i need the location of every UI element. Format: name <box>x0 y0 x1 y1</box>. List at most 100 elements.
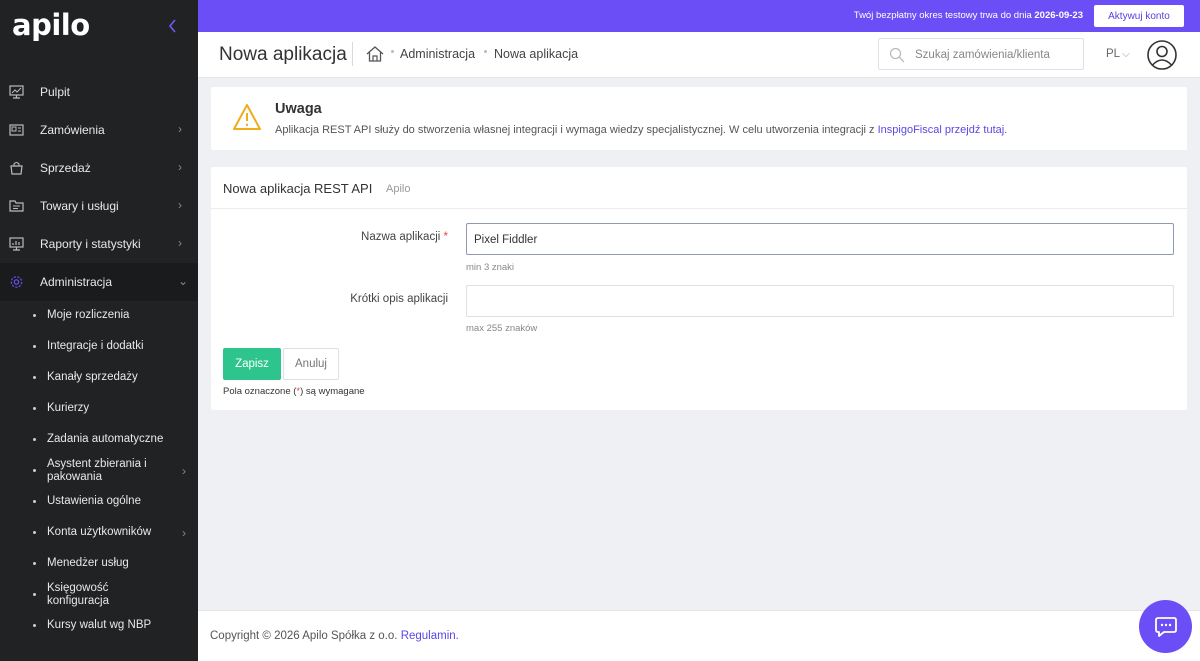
language-label: PL <box>1106 48 1121 60</box>
sidebar-item-label: Towary i usługi <box>40 199 119 213</box>
alert-text-body: Aplikacja REST API służy do stworzenia w… <box>275 124 878 136</box>
gear-icon <box>10 276 23 288</box>
inspigofiscal-link[interactable]: InspigoFiscal <box>878 124 942 136</box>
required-mark: * <box>443 231 448 243</box>
sidebar: apilo Pulpit Zamówienia › Sprzedaż › Tow… <box>0 0 198 661</box>
new-app-form-card: Nowa aplikacja REST API Apilo Nazwa apli… <box>211 167 1187 410</box>
chevron-right-icon: › <box>178 122 182 136</box>
trial-banner: Twój bezpłatny okres testowy trwa do dni… <box>198 0 1200 32</box>
breadcrumb-administracja[interactable]: Administracja <box>400 47 475 61</box>
breadcrumb-current: Nowa aplikacja <box>494 47 579 61</box>
sidebar-item-label: Raporty i statystyki <box>40 237 141 251</box>
terms-link[interactable]: Regulamin. <box>401 630 459 642</box>
activate-account-button[interactable]: Aktywuj konto <box>1094 5 1184 27</box>
app-name-label: Nazwa aplikacji * <box>341 231 448 243</box>
chat-button[interactable] <box>1139 600 1192 653</box>
app-description-hint: max 255 znaków <box>466 323 538 334</box>
alert-text: Aplikacja REST API służy do stworzenia w… <box>275 124 1007 136</box>
submenu-item-kursy-walut[interactable]: Kursy walut wg NBP <box>0 610 198 641</box>
folder-icon <box>9 200 24 212</box>
apilo-logo[interactable]: apilo <box>12 8 90 42</box>
main-nav: Pulpit Zamówienia › Sprzedaż › Towary i … <box>0 73 198 301</box>
footer: Copyright © 2026 Apilo Spółka z o.o. Reg… <box>198 610 1200 661</box>
sidebar-item-zamowienia[interactable]: Zamówienia › <box>0 111 198 149</box>
submenu-item-label: Ustawienia ogólne <box>47 495 141 507</box>
page-header: Nowa aplikacja Administracja Nowa aplika… <box>198 32 1200 78</box>
submenu-item-kurierzy[interactable]: Kurierzy <box>0 393 198 424</box>
chevron-right-icon: › <box>182 464 186 478</box>
save-button[interactable]: Zapisz <box>223 348 281 380</box>
submenu-item-konta-uzytkownikow[interactable]: Konta użytkowników › <box>0 517 198 548</box>
sidebar-item-administracja[interactable]: Administracja ⌄ <box>0 263 198 301</box>
page-title: Nowa aplikacja <box>219 44 347 65</box>
sidebar-item-sprzedaz[interactable]: Sprzedaż › <box>0 149 198 187</box>
submenu-item-zadania-automatyczne[interactable]: Zadania automatyczne <box>0 424 198 455</box>
orders-icon <box>9 124 24 136</box>
trial-text-prefix: Twój bezpłatny okres testowy trwa do dni… <box>853 10 1035 21</box>
submenu-item-label: Kurierzy <box>47 402 90 414</box>
copyright: Copyright © 2026 Apilo Spółka z o.o. Reg… <box>210 630 459 642</box>
submenu-item-label: Menedżer usług <box>47 557 129 569</box>
user-avatar-icon[interactable] <box>1146 39 1178 71</box>
monitor-icon <box>9 85 24 99</box>
submenu-item-ksiegowosc[interactable]: Księgowość konfiguracja <box>0 579 198 610</box>
submenu-item-label: Księgowość konfiguracja <box>47 581 110 607</box>
required-fields-note: Pola oznaczone (*) są wymagane <box>223 386 365 397</box>
submenu-item-label: Kursy walut wg NBP <box>47 619 152 631</box>
sidebar-collapse-button[interactable] <box>166 17 182 37</box>
chevron-down-icon: ⌵ <box>1122 49 1130 60</box>
required-note-after: ) są wymagane <box>300 386 365 397</box>
submenu-item-ustawienia-ogolne[interactable]: Ustawienia ogólne <box>0 486 198 517</box>
sidebar-item-pulpit[interactable]: Pulpit <box>0 73 198 111</box>
submenu-item-integracje[interactable]: Integracje i dodatki <box>0 331 198 362</box>
submenu-item-label: Kanały sprzedaży <box>47 371 138 383</box>
app-description-label: Krótki opis aplikacji <box>350 293 448 305</box>
submenu-item-label: Konta użytkowników <box>47 526 152 538</box>
chevron-down-icon: ⌄ <box>178 274 189 288</box>
sidebar-item-label: Sprzedaż <box>40 161 91 175</box>
breadcrumb-separator <box>391 50 394 53</box>
chat-icon <box>1154 616 1177 637</box>
search-icon <box>889 47 905 63</box>
go-here-link[interactable]: przejdź tutaj <box>945 124 1004 136</box>
card-subtitle: Apilo <box>386 183 411 195</box>
sidebar-item-label: Administracja <box>40 275 113 289</box>
chevron-right-icon: › <box>178 236 182 250</box>
submenu-item-label: Integracje i dodatki <box>47 340 144 352</box>
trial-end-date: 2026-09-23 <box>1034 10 1083 21</box>
shop-icon <box>10 161 23 175</box>
submenu-item-label: Asystent zbierania i pakowania <box>47 457 147 483</box>
submenu-item-kanaly-sprzedazy[interactable]: Kanały sprzedaży <box>0 362 198 393</box>
app-name-hint: min 3 znaki <box>466 262 515 273</box>
submenu-item-asystent-zbierania[interactable]: Asystent zbierania i pakowania › <box>0 455 198 486</box>
warning-icon <box>233 104 261 130</box>
search-input[interactable] <box>915 45 1075 65</box>
app-description-field <box>466 285 1174 317</box>
submenu-item-moje-rozliczenia[interactable]: Moje rozliczenia <box>0 300 198 331</box>
card-header: Nowa aplikacja REST API Apilo <box>211 167 1187 209</box>
submenu-item-menedzer-uslug[interactable]: Menedżer usług <box>0 548 198 579</box>
chevron-right-icon: › <box>178 198 182 212</box>
chevron-right-icon: › <box>178 160 182 174</box>
admin-submenu: Moje rozliczenia Integracje i dodatki Ka… <box>0 300 198 641</box>
sidebar-item-raporty[interactable]: Raporty i statystyki › <box>0 225 198 263</box>
language-selector[interactable]: PL ⌵ <box>1106 48 1130 60</box>
app-description-input[interactable] <box>474 293 1154 311</box>
sidebar-item-towary[interactable]: Towary i usługi › <box>0 187 198 225</box>
sidebar-item-label: Zamówienia <box>40 123 105 137</box>
cancel-button[interactable]: Anuluj <box>283 348 339 380</box>
chevron-right-icon: › <box>182 526 186 540</box>
app-name-label-text: Nazwa aplikacji <box>361 231 441 243</box>
report-icon <box>9 237 24 251</box>
warning-alert: Uwaga Aplikacja REST API służy do stworz… <box>211 87 1187 150</box>
sidebar-item-label: Pulpit <box>40 85 71 99</box>
breadcrumb-separator <box>484 50 487 53</box>
trial-text: Twój bezpłatny okres testowy trwa do dni… <box>854 10 1083 21</box>
app-name-field <box>466 223 1174 255</box>
home-icon[interactable] <box>365 44 385 64</box>
card-title: Nowa aplikacja REST API <box>223 181 373 196</box>
divider <box>352 42 353 66</box>
alert-text-suffix: . <box>1004 124 1008 136</box>
alert-title: Uwaga <box>275 101 322 117</box>
app-name-input[interactable] <box>474 231 1154 249</box>
